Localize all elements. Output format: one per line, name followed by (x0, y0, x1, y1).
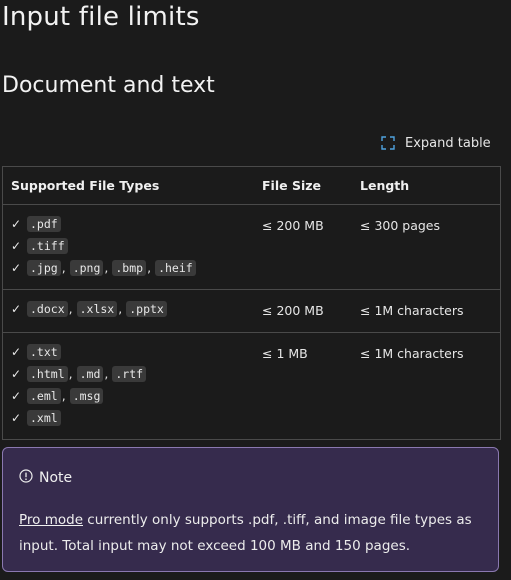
page-title: Input file limits (2, 2, 200, 32)
expand-table-label: Expand table (405, 135, 491, 151)
table-row: ✓ .txt ✓ .html, .md, .rtf ✓ .eml, .msg ✓ .xml ≤ 1 M… (2, 332, 501, 440)
note-label: Note (39, 470, 73, 486)
file-extension: .heif (155, 260, 196, 276)
note-text: Pro mode currently only supports .pdf, .… (19, 507, 489, 559)
file-extension: .md (76, 366, 104, 382)
file-extension: .bmp (112, 260, 147, 276)
file-extension: .png (69, 260, 104, 276)
file-extension: .pdf (27, 216, 61, 232)
cell-file-types: ✓ .txt ✓ .html, .md, .rtf ✓ .eml, .msg ✓ .xml (2, 332, 254, 440)
table-body: ✓ .pdf ✓ .tiff ✓ .jpg, .png, .bmp, .heif ≤ 200 MB… (2, 204, 501, 440)
expand-table-button[interactable]: Expand table (381, 134, 491, 152)
cell-file-size: ≤ 200 MB (254, 289, 352, 333)
separator: , (61, 388, 66, 403)
file-extension: .msg (69, 388, 104, 404)
checkmark-icon: ✓ (11, 411, 22, 425)
separator: , (147, 260, 152, 275)
checkmark-icon: ✓ (11, 217, 22, 231)
file-extension: .html (27, 366, 68, 382)
cell-file-types: ✓ .pdf ✓ .tiff ✓ .jpg, .png, .bmp, .heif (2, 204, 254, 290)
separator: , (68, 366, 73, 381)
table-header-row: Supported File Types File Size Length (2, 166, 501, 205)
separator: , (68, 301, 73, 316)
cell-file-types: ✓ .docx, .xlsx, .pptx (2, 289, 254, 333)
note-callout: Note Pro mode currently only supports .p… (2, 447, 499, 572)
cell-length: ≤ 300 pages (352, 204, 501, 290)
cell-file-size: ≤ 1 MB (254, 332, 352, 440)
header-file-size: File Size (254, 166, 352, 205)
expand-icon (381, 136, 395, 150)
file-limits-table: Supported File Types File Size Length ✓.… (2, 166, 501, 440)
file-type-line: ✓ .txt (11, 341, 246, 363)
checkmark-icon: ✓ (11, 239, 22, 253)
separator: , (61, 260, 66, 275)
table-row: ✓ .pdf ✓ .tiff ✓ .jpg, .png, .bmp, .heif ≤ 200 MB… (2, 204, 501, 290)
separator: , (104, 260, 109, 275)
file-extension: .txt (27, 344, 61, 360)
checkmark-icon: ✓ (11, 302, 22, 316)
file-type-line: ✓ .eml, .msg (11, 385, 246, 407)
file-extension: .docx (27, 301, 68, 317)
file-extension: .xml (27, 410, 61, 426)
section-heading: Document and text (2, 73, 215, 98)
checkmark-icon: ✓ (11, 345, 22, 359)
file-extension: .pptx (126, 301, 167, 317)
file-type-line: ✓ .xml (11, 407, 246, 429)
cell-length: ≤ 1M characters (352, 289, 501, 333)
cell-length: ≤ 1M characters (352, 332, 501, 440)
file-extension: .tiff (27, 238, 68, 254)
checkmark-icon: ✓ (11, 389, 22, 403)
file-type-line: ✓ .html, .md, .rtf (11, 363, 246, 385)
file-type-line: ✓ .pdf (11, 213, 246, 235)
file-extension: .xlsx (76, 301, 118, 317)
separator: , (104, 366, 109, 381)
file-type-line: ✓ .jpg, .png, .bmp, .heif (11, 257, 246, 279)
note-header: Note (19, 469, 72, 487)
table-row: ✓ .docx, .xlsx, .pptx ≤ 200 MB ≤ 1M character… (2, 289, 501, 333)
file-type-line: ✓ .tiff (11, 235, 246, 257)
pro-mode-link[interactable]: Pro mode (19, 512, 83, 528)
checkmark-icon: ✓ (11, 261, 22, 275)
separator: , (118, 301, 123, 316)
header-length: Length (352, 166, 501, 205)
file-extension: .rtf (112, 366, 147, 382)
file-type-line: ✓ .docx, .xlsx, .pptx (11, 298, 246, 320)
info-circle-icon (19, 469, 33, 487)
file-extension: .jpg (27, 260, 61, 276)
checkmark-icon: ✓ (11, 367, 22, 381)
file-extension: .eml (27, 388, 61, 404)
page: Input file limits Document and text Expa… (0, 0, 511, 580)
note-body-text: currently only supports .pdf, .tiff, and… (19, 512, 472, 554)
cell-file-size: ≤ 200 MB (254, 204, 352, 290)
header-file-types: Supported File Types (2, 166, 254, 205)
